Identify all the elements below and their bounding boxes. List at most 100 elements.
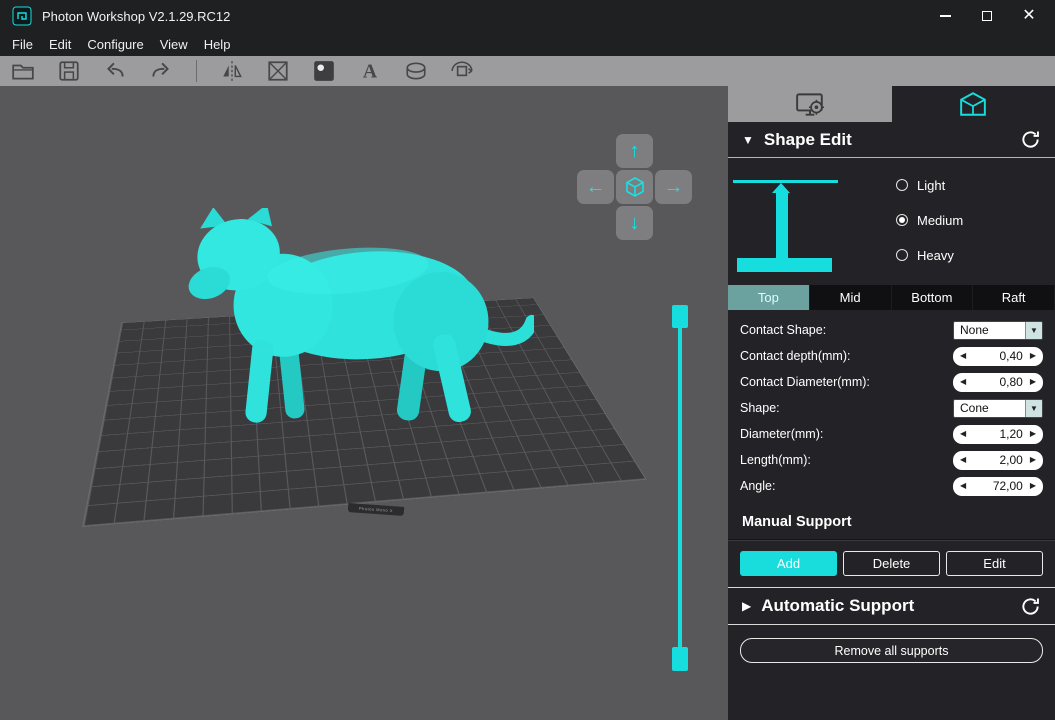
shape-edit-header[interactable]: ▼ Shape Edit bbox=[728, 122, 1055, 158]
menu-help[interactable]: Help bbox=[196, 34, 239, 55]
delete-support-button[interactable]: Delete bbox=[843, 551, 940, 576]
automatic-support-header[interactable]: ▶ Automatic Support bbox=[728, 587, 1055, 625]
contact-diameter-stepper[interactable]: ◀ 0,80 ▶ bbox=[953, 373, 1043, 392]
regenerate-supports-icon[interactable] bbox=[1020, 596, 1041, 617]
menu-view[interactable]: View bbox=[152, 34, 196, 55]
decrement-icon[interactable]: ◀ bbox=[960, 482, 966, 490]
rotate-icon bbox=[450, 59, 474, 83]
dropdown-arrow-icon[interactable]: ▼ bbox=[1025, 400, 1042, 417]
maximize-button[interactable] bbox=[973, 4, 1001, 28]
scale-button[interactable] bbox=[265, 58, 291, 84]
angle-stepper[interactable]: ◀ 72,00 ▶ bbox=[953, 477, 1043, 496]
diameter-stepper[interactable]: ◀ 1,20 ▶ bbox=[953, 425, 1043, 444]
radio-light-circle bbox=[896, 179, 908, 191]
decrement-icon[interactable]: ◀ bbox=[960, 456, 966, 464]
maximize-icon bbox=[982, 11, 992, 21]
z-slider-top-handle[interactable] bbox=[672, 305, 688, 328]
redo-icon bbox=[149, 59, 173, 83]
increment-icon[interactable]: ▶ bbox=[1030, 456, 1036, 464]
increment-icon[interactable]: ▶ bbox=[1030, 430, 1036, 438]
contact-shape-select[interactable]: None ▼ bbox=[953, 321, 1043, 340]
model-cat[interactable] bbox=[186, 208, 534, 433]
tab-bottom[interactable]: Bottom bbox=[892, 285, 974, 310]
tab-machine-settings[interactable] bbox=[728, 86, 892, 122]
shape-value: Cone bbox=[954, 401, 1025, 415]
menu-edit[interactable]: Edit bbox=[41, 34, 79, 55]
contact-diameter-value: 0,80 bbox=[999, 375, 1022, 389]
tab-raft[interactable]: Raft bbox=[973, 285, 1055, 310]
mirror-icon bbox=[220, 59, 244, 83]
diameter-label: Diameter(mm): bbox=[740, 427, 823, 441]
contact-shape-label: Contact Shape: bbox=[740, 323, 826, 337]
increment-icon[interactable]: ▶ bbox=[1030, 352, 1036, 360]
minimize-icon bbox=[940, 15, 951, 17]
z-slider-track[interactable] bbox=[678, 315, 682, 661]
remove-all-supports-button[interactable]: Remove all supports bbox=[740, 638, 1043, 663]
support-structure-icon bbox=[959, 91, 987, 117]
monitor-gear-icon bbox=[795, 91, 825, 117]
punch-hole-button[interactable] bbox=[311, 58, 337, 84]
z-slider-bottom-handle[interactable] bbox=[672, 647, 688, 671]
length-value: 2,00 bbox=[999, 453, 1022, 467]
radio-heavy-label: Heavy bbox=[917, 248, 954, 263]
toolbar-separator bbox=[196, 60, 197, 82]
cat-front-leg-near bbox=[244, 339, 274, 424]
toolbar: A bbox=[0, 56, 1055, 86]
support-preview bbox=[728, 158, 888, 285]
shape-label: Shape: bbox=[740, 401, 780, 415]
radio-heavy[interactable]: Heavy bbox=[896, 244, 963, 266]
automatic-support-title: Automatic Support bbox=[761, 596, 914, 616]
decrement-icon[interactable]: ◀ bbox=[960, 378, 966, 386]
increment-icon[interactable]: ▶ bbox=[1030, 378, 1036, 386]
rotate-button[interactable] bbox=[449, 58, 475, 84]
tab-mid[interactable]: Mid bbox=[810, 285, 892, 310]
tab-support[interactable] bbox=[892, 86, 1055, 122]
viewport-3d[interactable]: Photon Mono X ↑ ← bbox=[0, 86, 728, 720]
mirror-button[interactable] bbox=[219, 58, 245, 84]
text-button[interactable]: A bbox=[357, 58, 383, 84]
decrement-icon[interactable]: ◀ bbox=[960, 352, 966, 360]
reset-shape-icon[interactable] bbox=[1020, 129, 1041, 150]
add-support-button[interactable]: Add bbox=[740, 551, 837, 576]
view-down-button[interactable]: ↓ bbox=[616, 206, 653, 240]
save-button[interactable] bbox=[56, 58, 82, 84]
undo-button[interactable] bbox=[102, 58, 128, 84]
view-home-button[interactable] bbox=[616, 170, 653, 204]
shape-select[interactable]: Cone ▼ bbox=[953, 399, 1043, 418]
radio-light[interactable]: Light bbox=[896, 174, 963, 196]
contact-depth-label: Contact depth(mm): bbox=[740, 349, 850, 363]
dropdown-arrow-icon[interactable]: ▼ bbox=[1025, 322, 1042, 339]
decrement-icon[interactable]: ◀ bbox=[960, 430, 966, 438]
hollow-button[interactable] bbox=[403, 58, 429, 84]
panel-tabs bbox=[728, 86, 1055, 122]
view-left-button[interactable]: ← bbox=[577, 170, 614, 204]
down-arrow-icon: ↓ bbox=[630, 212, 640, 235]
support-preview-base bbox=[737, 258, 832, 272]
redo-button[interactable] bbox=[148, 58, 174, 84]
contact-diameter-label: Contact Diameter(mm): bbox=[740, 375, 870, 389]
z-slider bbox=[670, 305, 690, 671]
close-button[interactable]: ✕ bbox=[1015, 4, 1043, 28]
right-arrow-icon: → bbox=[664, 176, 684, 199]
length-label: Length(mm): bbox=[740, 453, 811, 467]
open-button[interactable] bbox=[10, 58, 36, 84]
menu-bar: File Edit Configure View Help bbox=[0, 32, 1055, 56]
shape-edit-title: Shape Edit bbox=[764, 130, 852, 150]
menu-file[interactable]: File bbox=[4, 34, 41, 55]
increment-icon[interactable]: ▶ bbox=[1030, 482, 1036, 490]
field-length: Length(mm): ◀ 2,00 ▶ bbox=[740, 447, 1043, 473]
punch-hole-icon bbox=[312, 59, 336, 83]
minimize-button[interactable] bbox=[931, 4, 959, 28]
view-up-button[interactable]: ↑ bbox=[616, 134, 653, 168]
angle-value: 72,00 bbox=[993, 479, 1023, 493]
diameter-value: 1,20 bbox=[999, 427, 1022, 441]
radio-medium[interactable]: Medium bbox=[896, 209, 963, 231]
view-right-button[interactable]: → bbox=[655, 170, 692, 204]
field-shape: Shape: Cone ▼ bbox=[740, 395, 1043, 421]
contact-depth-stepper[interactable]: ◀ 0,40 ▶ bbox=[953, 347, 1043, 366]
edit-support-button[interactable]: Edit bbox=[946, 551, 1043, 576]
open-folder-icon bbox=[11, 59, 35, 83]
length-stepper[interactable]: ◀ 2,00 ▶ bbox=[953, 451, 1043, 470]
tab-top[interactable]: Top bbox=[728, 285, 810, 310]
menu-configure[interactable]: Configure bbox=[79, 34, 151, 55]
